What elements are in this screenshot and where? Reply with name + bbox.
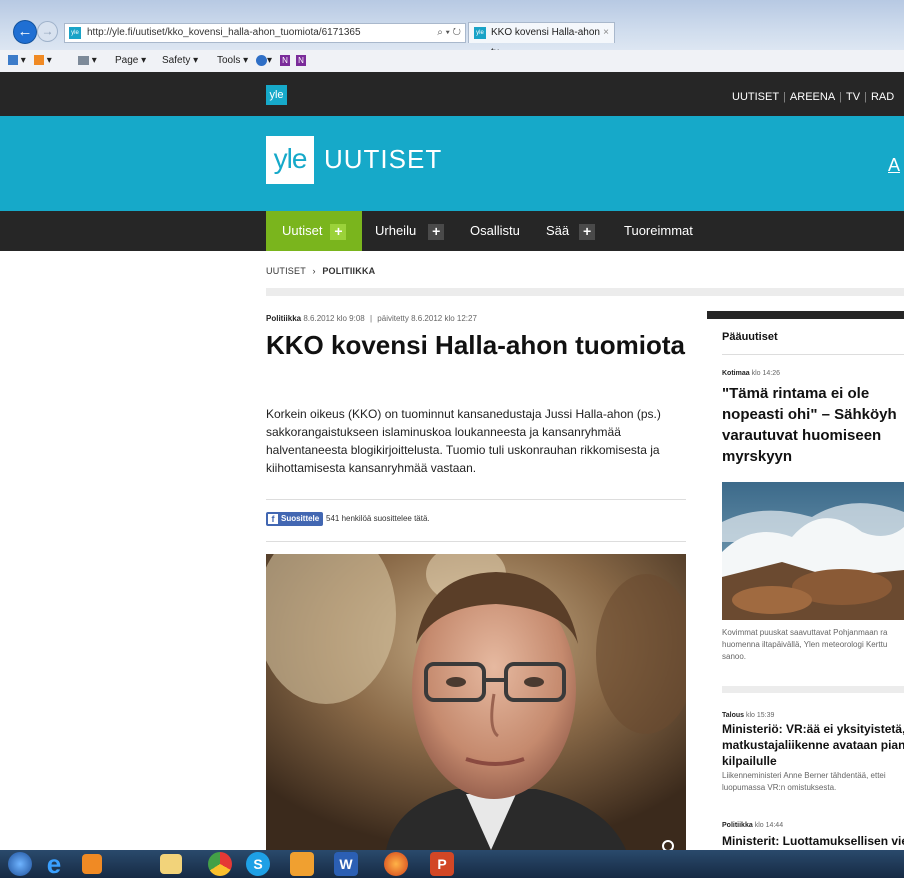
article-lead: Korkein oikeus (KKO) on tuominnut kansan… — [266, 407, 661, 475]
nav-tuoreimmat[interactable]: Tuoreimmat — [624, 211, 693, 251]
facebook-recommend-button[interactable]: f Suosittele — [266, 512, 324, 526]
windows-start-icon[interactable] — [8, 852, 32, 876]
article-title: KKO kovensi Halla-ahon tuomiota — [266, 330, 685, 360]
help-icon — [256, 54, 267, 66]
onenote-linked-icon: N — [296, 54, 306, 66]
facebook-icon: f — [268, 514, 278, 524]
article-updated: päivitetty 8.6.2012 klo 12:27 — [377, 314, 477, 323]
sidebar-item-meta: Talous klo 15:39 — [722, 712, 775, 719]
sidebar-item-meta: Politiikka klo 14:44 — [722, 822, 784, 829]
skype-icon[interactable]: S — [246, 852, 270, 876]
media-player-icon[interactable] — [82, 854, 102, 874]
divider — [266, 541, 686, 542]
print-icon — [78, 55, 89, 65]
topnav-tv[interactable]: TV — [846, 91, 860, 103]
sidebar-item-meta: Kotimaa klo 14:26 — [722, 370, 780, 377]
sidebar-caption-2: Liikenneministeri Anne Berner tähdentää,… — [722, 771, 886, 792]
site-favicon-icon: yle — [69, 27, 81, 39]
onenote-button[interactable]: N — [280, 50, 290, 72]
tools-menu[interactable]: Tools ▾ — [217, 50, 248, 72]
feeds-button[interactable]: ▾ — [34, 50, 52, 72]
address-url[interactable]: http://yle.fi/uutiset/kko_kovensi_halla-… — [87, 24, 361, 42]
article-photo[interactable] — [266, 554, 686, 850]
yle-small-logo[interactable]: yle — [266, 85, 287, 105]
sidebar-headline-2[interactable]: Ministeriö: VR:ää ei yksityistetä, matku… — [722, 721, 904, 769]
tab-favicon-icon: yle — [474, 27, 486, 39]
sidebar-photo-storm[interactable] — [722, 482, 904, 620]
tab-close-icon[interactable]: × — [603, 23, 609, 43]
internet-explorer-icon[interactable]: e — [42, 851, 66, 877]
separator-bar — [266, 288, 904, 296]
breadcrumb-separator: › — [312, 266, 316, 276]
divider — [266, 499, 686, 500]
onenote-linked-button[interactable]: N — [296, 50, 306, 72]
onenote-icon: N — [280, 54, 290, 66]
main-nav — [0, 211, 904, 251]
safety-menu[interactable]: Safety ▾ — [162, 50, 198, 72]
command-bar: ▾ ▾ ▾ Page ▾ Safety ▾ Tools ▾ ▾ N N — [0, 50, 904, 73]
sidebar-topbar — [707, 311, 904, 319]
topnav-areena[interactable]: AREENA — [790, 91, 835, 103]
topnav-radio[interactable]: RAD — [871, 91, 894, 103]
print-button[interactable]: ▾ — [78, 50, 97, 72]
nav-uutiset[interactable]: Uutiset + — [266, 211, 362, 251]
firefox-icon[interactable] — [384, 852, 408, 876]
divider — [722, 354, 904, 355]
address-bar[interactable]: yle http://yle.fi/uutiset/kko_kovensi_ha… — [64, 23, 466, 43]
sidebar-headline-1[interactable]: "Tämä rintama ei ole nopeasti ohi" – Säh… — [722, 383, 897, 467]
powerpoint-icon[interactable]: P — [430, 852, 454, 876]
section-banner — [0, 116, 904, 211]
nav-saa[interactable]: Sää + — [546, 211, 596, 251]
forward-button[interactable]: → — [38, 22, 57, 41]
top-nav: UUTISET | AREENA | TV | RAD — [732, 91, 895, 103]
address-search-refresh-icon[interactable]: ⌕ ▾ ↻ — [437, 24, 461, 42]
breadcrumb-current[interactable]: POLITIIKKA — [322, 266, 375, 276]
home-icon — [8, 55, 18, 66]
banner-link[interactable]: A — [888, 155, 900, 176]
rss-icon — [34, 55, 44, 66]
breadcrumb-root[interactable]: UUTISET — [266, 266, 306, 276]
sidebar-caption-1: Kovimmat puuskat saavuttavat Pohjanmaan … — [722, 628, 888, 661]
nav-osallistu[interactable]: Osallistu — [470, 211, 520, 251]
sidebar-heading: Pääuutiset — [722, 331, 778, 343]
chrome-icon[interactable] — [208, 852, 232, 876]
separator-bar — [722, 686, 904, 693]
article-category[interactable]: Politiikka — [266, 314, 301, 323]
breadcrumb: UUTISET › POLITIIKKA — [266, 266, 375, 276]
sidebar-headline-3[interactable]: Ministerit: Luottamuksellisen vies — [722, 833, 904, 849]
nav-urheilu[interactable]: Urheilu + — [375, 211, 445, 251]
word-icon[interactable]: W — [334, 852, 358, 876]
home-button[interactable]: ▾ — [8, 50, 26, 72]
topnav-uutiset[interactable]: UUTISET — [732, 91, 779, 103]
page-menu[interactable]: Page ▾ — [115, 50, 146, 72]
help-button[interactable]: ▾ — [256, 50, 272, 72]
plus-icon[interactable]: + — [428, 223, 445, 240]
uutiset-logo[interactable]: UUTISET — [324, 144, 442, 175]
article-meta-separator: | — [369, 314, 373, 323]
plus-icon[interactable]: + — [330, 223, 347, 240]
article-published: 8.6.2012 klo 9:08 — [303, 314, 365, 323]
article-meta: Politiikka 8.6.2012 klo 9:08 | päivitett… — [266, 314, 477, 323]
file-explorer-icon[interactable] — [160, 854, 182, 874]
outlook-icon[interactable] — [290, 852, 314, 876]
browser-tab[interactable]: yle KKO kovensi Halla-ahon tu... × — [468, 22, 615, 58]
recommend-count: 541 henkilöä suosittelee tätä. — [326, 514, 430, 523]
yle-logo[interactable]: yle — [266, 136, 314, 184]
back-button[interactable]: ← — [14, 21, 36, 43]
plus-icon[interactable]: + — [579, 223, 596, 240]
